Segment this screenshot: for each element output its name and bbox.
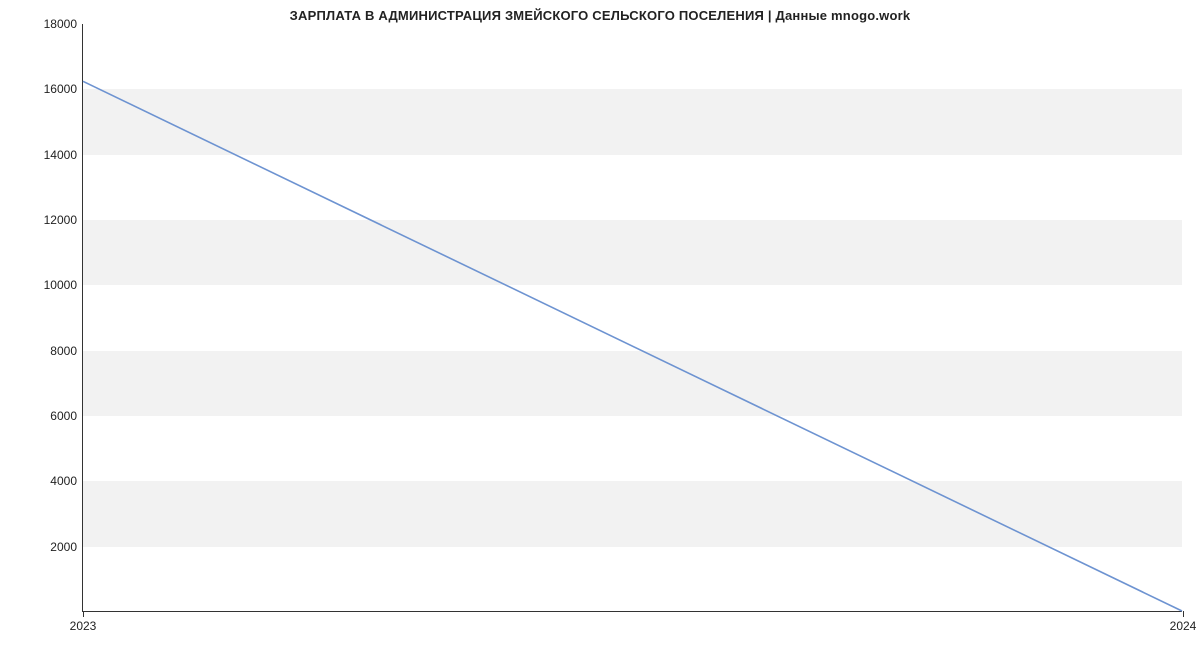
y-tick-label: 16000 [33,83,77,95]
plot-area: 2000400060008000100001200014000160001800… [82,24,1182,612]
chart-line [83,24,1182,611]
y-tick-label: 12000 [33,214,77,226]
x-tick-label: 2024 [1170,619,1197,633]
y-tick-label: 18000 [33,18,77,30]
chart-container: ЗАРПЛАТА В АДМИНИСТРАЦИЯ ЗМЕЙСКОГО СЕЛЬС… [0,0,1200,650]
y-tick-label: 10000 [33,279,77,291]
y-tick-label: 2000 [33,541,77,553]
y-tick-label: 14000 [33,149,77,161]
chart-title: ЗАРПЛАТА В АДМИНИСТРАЦИЯ ЗМЕЙСКОГО СЕЛЬС… [0,8,1200,23]
y-tick-label: 6000 [33,410,77,422]
x-tick-mark [83,611,84,617]
x-tick-mark [1183,611,1184,617]
y-tick-label: 4000 [33,475,77,487]
y-tick-label: 8000 [33,345,77,357]
x-tick-label: 2023 [70,619,97,633]
